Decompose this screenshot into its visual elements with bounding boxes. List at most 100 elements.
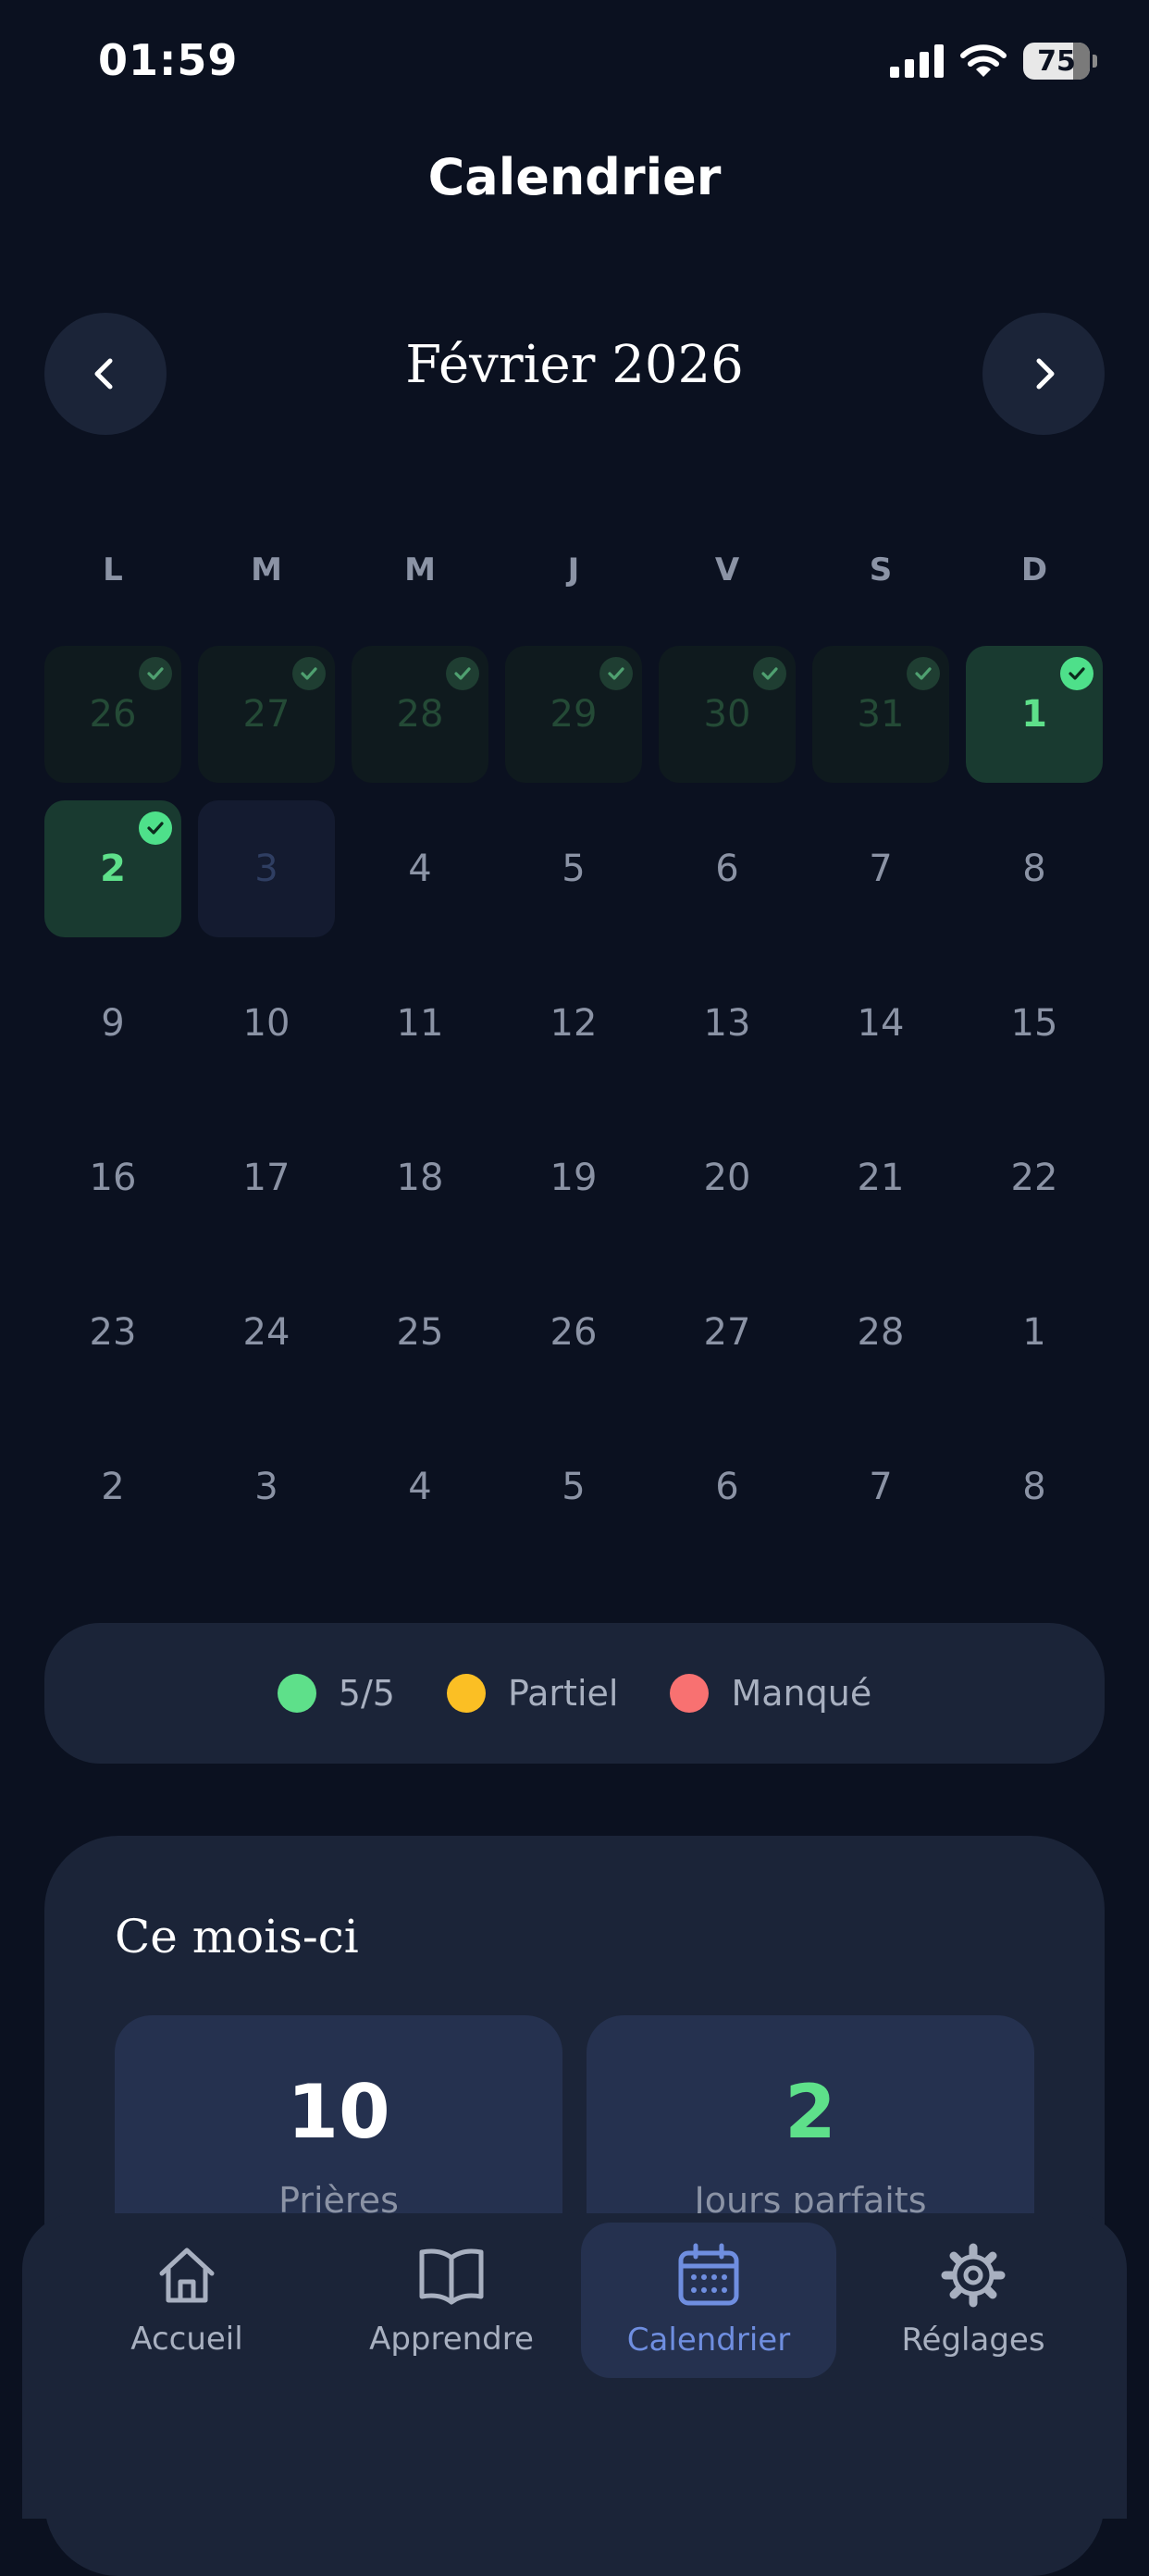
day-number: 21 [857,1157,905,1199]
day-number: 30 [703,693,751,736]
day-number: 27 [703,1311,751,1354]
next-month-button[interactable] [982,313,1105,435]
legend-label: Partiel [507,1673,619,1714]
tab-calendrier[interactable]: Calendrier [581,2223,836,2378]
calendar-day[interactable]: 14 [812,955,949,1092]
tab-label: Accueil [130,2321,243,2358]
legend-item: 5/5 [277,1673,395,1714]
calendar-day[interactable]: 1 [966,1264,1103,1401]
calendar-day[interactable]: 4 [352,800,488,937]
legend-item: Partiel [446,1673,619,1714]
day-number: 9 [101,1002,125,1045]
status-bar: 01:59 75 [0,0,1149,120]
calendar-day[interactable]: 23 [44,1264,181,1401]
day-number: 6 [715,848,739,890]
calendar-day[interactable]: 21 [812,1109,949,1246]
weekday-label: D [1020,551,1048,588]
weekday-label: M [404,551,436,588]
calendar-day[interactable]: 15 [966,955,1103,1092]
day-number: 2 [101,1466,125,1508]
tab-accueil[interactable]: Accueil [59,2223,315,2378]
calendar-day[interactable]: 9 [44,955,181,1092]
calendar-day[interactable]: 27 [198,646,335,783]
day-number: 6 [715,1466,739,1508]
day-number: 28 [396,693,444,736]
calendar-day[interactable]: 19 [505,1109,642,1246]
legend-dot [670,1674,710,1713]
calendar-day[interactable]: 26 [44,646,181,783]
tab-reglages[interactable]: Réglages [846,2223,1101,2378]
tab-label: Réglages [901,2322,1045,2359]
weekday-label: S [869,551,893,588]
calendar-day[interactable]: 16 [44,1109,181,1246]
day-number: 18 [396,1157,444,1199]
calendar-day[interactable]: 25 [352,1264,488,1401]
calendar-day[interactable]: 13 [659,955,796,1092]
calendar-day[interactable]: 8 [966,1418,1103,1555]
day-number: 1 [1021,693,1047,736]
day-number: 5 [562,1466,586,1508]
signal-icon [890,44,944,78]
day-number: 31 [857,693,905,736]
calendar-day[interactable]: 3 [198,800,335,937]
legend-label: 5/5 [338,1673,395,1714]
calendar-day[interactable]: 7 [812,800,949,937]
legend-dot [277,1674,316,1713]
calendar-day[interactable]: 2 [44,800,181,937]
calendar-day[interactable]: 7 [812,1418,949,1555]
weekday-header: LMMJVSD [44,551,1105,588]
calendar-day[interactable]: 17 [198,1109,335,1246]
calendar-day[interactable]: 24 [198,1264,335,1401]
day-number: 5 [562,848,586,890]
stat-value: 2 [785,2069,836,2155]
calendar-day[interactable]: 27 [659,1264,796,1401]
weekday-label: J [567,551,580,588]
legend-item: Manqué [670,1673,871,1714]
day-number: 27 [242,693,290,736]
calendar-day[interactable]: 30 [659,646,796,783]
calendar-day[interactable]: 26 [505,1264,642,1401]
calendar-day[interactable]: 5 [505,1418,642,1555]
calendar-day[interactable]: 2 [44,1418,181,1555]
calendar-day[interactable]: 28 [812,1264,949,1401]
calendar-day[interactable]: 8 [966,800,1103,937]
calendar-day[interactable]: 10 [198,955,335,1092]
day-number: 17 [242,1157,290,1199]
day-number: 22 [1010,1157,1058,1199]
day-number: 8 [1022,848,1046,890]
check-icon [1060,657,1093,690]
calendar-grid: 26 27 28 29 30 31 1 2 3 4 5 6 7 8 9 10 11 12 13 14 15 16 17 18 1… [44,646,1105,1555]
calendar-day[interactable]: 1 [966,646,1103,783]
calendar-day[interactable]: 20 [659,1109,796,1246]
day-number: 25 [396,1311,444,1354]
calendar-day[interactable]: 4 [352,1418,488,1555]
stat-value: 10 [287,2069,390,2155]
check-icon [907,657,940,690]
month-title: Février 2026 [405,335,744,395]
day-number: 2 [100,848,126,890]
weekday-label: L [103,551,123,588]
status-icons: 75 [890,41,1097,81]
day-number: 4 [408,848,432,890]
month-summary-title: Ce mois-ci [115,1910,359,1963]
calendar-day[interactable]: 29 [505,646,642,783]
chevron-right-icon [1036,358,1055,390]
calendar-day[interactable]: 22 [966,1109,1103,1246]
day-number: 7 [869,1466,893,1508]
tab-label: Calendrier [626,2322,791,2359]
book-icon [419,2248,484,2305]
calendar-day[interactable]: 31 [812,646,949,783]
calendar-day[interactable]: 6 [659,1418,796,1555]
calendar-day[interactable]: 12 [505,955,642,1092]
calendar-day[interactable]: 3 [198,1418,335,1555]
calendar-day[interactable]: 6 [659,800,796,937]
calendar-day[interactable]: 28 [352,646,488,783]
page-title: Calendrier [427,148,722,206]
legend: 5/5 Partiel Manqué [44,1623,1105,1764]
calendar-day[interactable]: 5 [505,800,642,937]
tab-apprendre[interactable]: Apprendre [324,2223,579,2378]
day-number: 15 [1010,1002,1058,1045]
calendar-day[interactable]: 18 [352,1109,488,1246]
battery-icon: 75 [1023,43,1097,80]
calendar-day[interactable]: 11 [352,955,488,1092]
